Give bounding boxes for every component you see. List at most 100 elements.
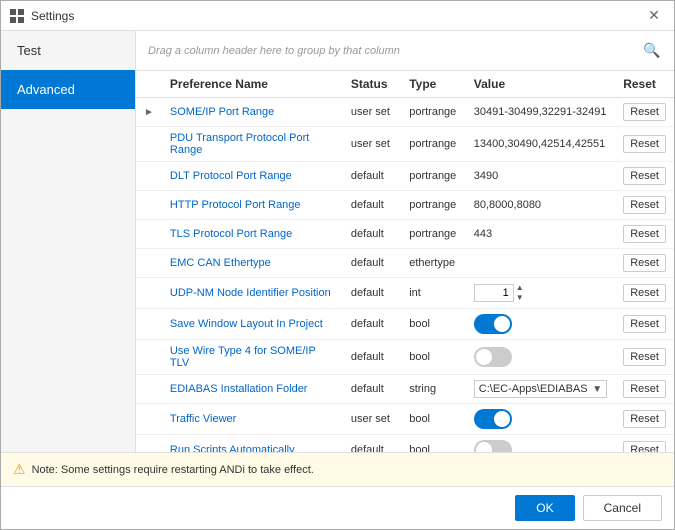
expand-cell <box>136 340 162 375</box>
reset-button[interactable]: Reset <box>623 348 666 366</box>
spinner-buttons[interactable]: ▲▼ <box>516 283 524 303</box>
preference-reset: Reset <box>615 340 674 375</box>
preference-reset: Reset <box>615 220 674 249</box>
preference-type: portrange <box>401 191 466 220</box>
table-row: Save Window Layout In Projectdefaultbool… <box>136 309 674 340</box>
preference-reset: Reset <box>615 309 674 340</box>
table-row: EMC CAN EthertypedefaultethertypeReset <box>136 249 674 278</box>
preference-status: default <box>343 435 401 453</box>
settings-window: Settings ✕ Test Advanced Drag a column h… <box>0 0 675 530</box>
sidebar-item-test[interactable]: Test <box>1 31 135 70</box>
table-row: ►SOME/IP Port Rangeuser setportrange3049… <box>136 98 674 127</box>
preference-name: TLS Protocol Port Range <box>162 220 343 249</box>
col-reset-header: Reset <box>615 71 674 98</box>
reset-button[interactable]: Reset <box>623 103 666 121</box>
preference-type: ethertype <box>401 249 466 278</box>
preference-type: portrange <box>401 98 466 127</box>
preference-value: C:\EC-Apps\EDIABAS▼ <box>466 375 615 404</box>
table-row: DLT Protocol Port Rangedefaultportrange3… <box>136 162 674 191</box>
reset-button[interactable]: Reset <box>623 135 666 153</box>
preference-type: string <box>401 375 466 404</box>
toggle-wrap <box>474 409 607 429</box>
preference-name: UDP-NM Node Identifier Position <box>162 278 343 309</box>
toggle-on[interactable] <box>474 314 512 334</box>
col-type-header: Type <box>401 71 466 98</box>
preference-reset: Reset <box>615 98 674 127</box>
reset-button[interactable]: Reset <box>623 167 666 185</box>
expand-cell[interactable]: ► <box>136 98 162 127</box>
table-row: TLS Protocol Port Rangedefaultportrange4… <box>136 220 674 249</box>
expand-arrow-icon[interactable]: ► <box>144 107 154 118</box>
close-button[interactable]: ✕ <box>642 4 666 28</box>
sidebar: Test Advanced <box>1 31 136 452</box>
preference-name: HTTP Protocol Port Range <box>162 191 343 220</box>
preference-reset: Reset <box>615 162 674 191</box>
preference-status: user set <box>343 127 401 162</box>
reset-button[interactable]: Reset <box>623 196 666 214</box>
table-row: PDU Transport Protocol Port Rangeuser se… <box>136 127 674 162</box>
spinner-wrap: ▲▼ <box>474 283 607 303</box>
preference-status: default <box>343 375 401 404</box>
main-content: Test Advanced Drag a column header here … <box>1 31 674 452</box>
reset-button[interactable]: Reset <box>623 441 666 452</box>
preference-type: bool <box>401 340 466 375</box>
preference-reset: Reset <box>615 191 674 220</box>
preference-value <box>466 435 615 453</box>
reset-button[interactable]: Reset <box>623 380 666 398</box>
reset-button[interactable]: Reset <box>623 284 666 302</box>
footer-buttons: OK Cancel <box>1 486 674 529</box>
toggle-on[interactable] <box>474 409 512 429</box>
expand-cell <box>136 249 162 278</box>
preference-name: Run Scripts Automatically <box>162 435 343 453</box>
preference-value: ▲▼ <box>466 278 615 309</box>
title-bar: Settings ✕ <box>1 1 674 31</box>
preference-value: 13400,30490,42514,42551 <box>466 127 615 162</box>
reset-button[interactable]: Reset <box>623 315 666 333</box>
reset-button[interactable]: Reset <box>623 410 666 428</box>
toggle-off[interactable] <box>474 440 512 452</box>
sidebar-item-advanced[interactable]: Advanced <box>1 70 135 109</box>
app-icon <box>9 8 25 24</box>
col-expand-header <box>136 71 162 98</box>
search-icon[interactable]: 🔍 <box>642 41 662 61</box>
expand-cell <box>136 435 162 453</box>
col-name-header: Preference Name <box>162 71 343 98</box>
preference-status: user set <box>343 98 401 127</box>
table-row: EDIABAS Installation Folderdefaultstring… <box>136 375 674 404</box>
table-row: Run Scripts AutomaticallydefaultboolRese… <box>136 435 674 453</box>
preference-value: 443 <box>466 220 615 249</box>
preference-type: bool <box>401 404 466 435</box>
table-row: UDP-NM Node Identifier Positiondefaultin… <box>136 278 674 309</box>
spinner-input[interactable] <box>474 284 514 302</box>
expand-cell <box>136 220 162 249</box>
preference-type: bool <box>401 309 466 340</box>
spinner-up-icon[interactable]: ▲ <box>516 283 524 293</box>
preference-value: 80,8000,8080 <box>466 191 615 220</box>
preference-value <box>466 404 615 435</box>
preference-status: default <box>343 162 401 191</box>
cancel-button[interactable]: Cancel <box>583 495 662 521</box>
col-value-header: Value <box>466 71 615 98</box>
note-text: Note: Some settings require restarting A… <box>32 464 314 476</box>
preference-name: Use Wire Type 4 for SOME/IP TLV <box>162 340 343 375</box>
ok-button[interactable]: OK <box>515 495 574 521</box>
warning-icon: ⚠ <box>13 461 26 478</box>
group-hint: Drag a column header here to group by th… <box>148 45 642 57</box>
expand-cell <box>136 191 162 220</box>
dropdown-wrap[interactable]: C:\EC-Apps\EDIABAS▼ <box>474 380 607 398</box>
reset-button[interactable]: Reset <box>623 254 666 272</box>
preference-reset: Reset <box>615 127 674 162</box>
search-bar: Drag a column header here to group by th… <box>136 31 674 71</box>
toggle-off[interactable] <box>474 347 512 367</box>
preference-reset: Reset <box>615 375 674 404</box>
reset-button[interactable]: Reset <box>623 225 666 243</box>
preference-name: PDU Transport Protocol Port Range <box>162 127 343 162</box>
footer-note: ⚠ Note: Some settings require restarting… <box>1 452 674 486</box>
preference-status: default <box>343 191 401 220</box>
preference-name: Traffic Viewer <box>162 404 343 435</box>
table-row: Traffic Vieweruser setboolReset <box>136 404 674 435</box>
preference-status: default <box>343 278 401 309</box>
preference-value: 3490 <box>466 162 615 191</box>
preference-status: default <box>343 220 401 249</box>
spinner-down-icon[interactable]: ▼ <box>516 293 524 303</box>
